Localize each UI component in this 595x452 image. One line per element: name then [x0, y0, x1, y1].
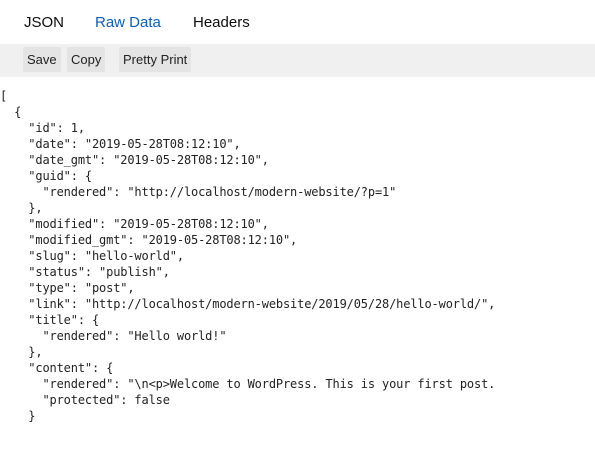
code-line: }, [0, 345, 43, 359]
code-line: "modified_gmt": "2019-05-28T08:12:10", [0, 233, 298, 247]
code-line: "status": "publish", [0, 265, 170, 279]
copy-button[interactable]: Copy [67, 47, 106, 72]
code-line: "id": 1, [0, 121, 85, 135]
code-line: "rendered": "\n<p>Welcome to WordPress. … [0, 377, 496, 391]
pretty-print-button[interactable]: Pretty Print [119, 47, 192, 72]
tab-headers[interactable]: Headers [193, 14, 250, 32]
code-line: "rendered": "http://localhost/modern-web… [0, 185, 397, 199]
code-line: "protected": false [0, 393, 170, 407]
code-line: "modified": "2019-05-28T08:12:10", [0, 217, 269, 231]
code-line: } [0, 409, 36, 423]
code-line: "guid": { [0, 169, 92, 183]
code-line: }, [0, 201, 43, 215]
code-line: "type": "post", [0, 281, 135, 295]
code-line: [ [0, 89, 8, 103]
code-line: "content": { [0, 361, 114, 375]
raw-data-viewer[interactable]: [ { "id": 1, "date": "2019-05-28T08:12:1… [0, 77, 595, 452]
code-line: "date_gmt": "2019-05-28T08:12:10", [0, 153, 269, 167]
tab-raw-data[interactable]: Raw Data [95, 14, 161, 32]
code-line: "slug": "hello-world", [0, 249, 184, 263]
toolbar: Save Copy Pretty Print [0, 44, 595, 77]
save-button[interactable]: Save [23, 47, 61, 72]
code-line: "title": { [0, 313, 100, 327]
code-line: { [0, 105, 22, 119]
tab-bar: JSON Raw Data Headers [0, 0, 595, 42]
code-line: "date": "2019-05-28T08:12:10", [0, 137, 241, 151]
tab-json[interactable]: JSON [24, 14, 64, 32]
code-line: "rendered": "Hello world!" [0, 329, 227, 343]
code-line: "link": "http://localhost/modern-website… [0, 297, 496, 311]
